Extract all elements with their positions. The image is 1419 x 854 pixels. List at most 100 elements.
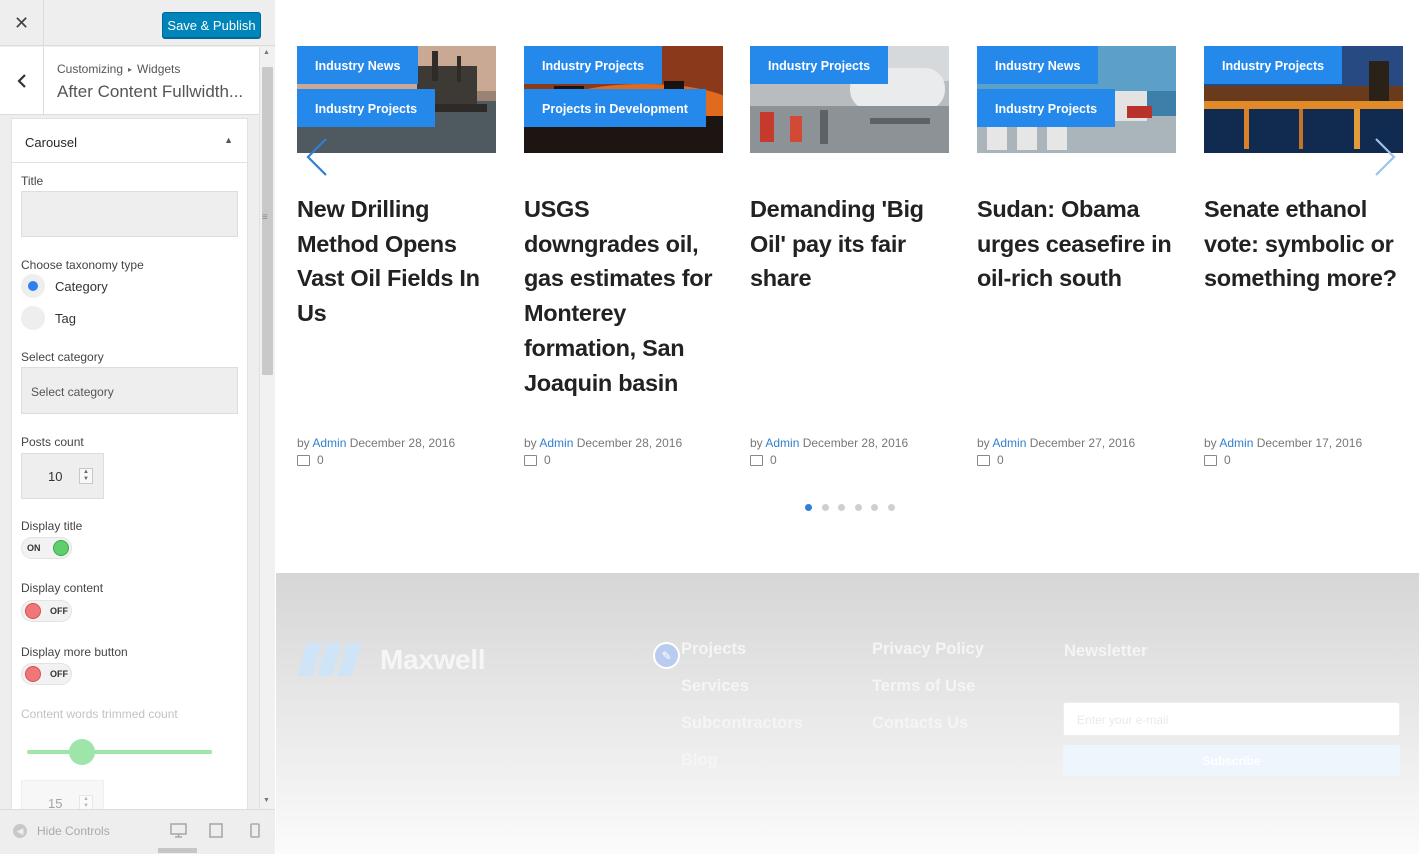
widget-header[interactable]: Carousel ▲ [12,119,247,163]
hide-controls-label: Hide Controls [37,824,110,838]
collapse-caret-icon[interactable]: ▲ [224,135,233,145]
category-badge[interactable]: Projects in Development [524,89,706,127]
newsletter-title: Newsletter [1064,642,1148,660]
save-publish-button[interactable]: Save & Publish [162,12,261,38]
footer-link-privacy[interactable]: Privacy Policy [872,640,984,659]
posts-count-stepper[interactable]: 10 ▲ ▼ [21,453,104,499]
category-badge[interactable]: Industry Projects [524,46,663,84]
post-title[interactable]: Sudan: Obama urges ceasefire in oil-rich… [977,192,1182,296]
tablet-icon[interactable] [209,823,223,838]
author-link[interactable]: Admin [992,436,1026,450]
customizer-header: ✕ Save & Publish [0,0,275,46]
pager-dot[interactable] [871,504,878,511]
carousel-card[interactable]: Industry News Industry Projects Sudan: O… [977,46,1176,467]
site-footer: Maxwell ✎ Projects Services Subcontracto… [276,573,1419,854]
post-thumbnail[interactable]: Industry Projects [750,46,949,153]
meta-by: by [750,436,763,450]
post-title[interactable]: Demanding 'Big Oil' pay its fair share [750,192,955,296]
title-label: Title [21,174,44,188]
category-badge[interactable]: Industry Projects [750,46,889,84]
display-content-toggle[interactable]: OFF [21,600,72,622]
category-badge[interactable]: Industry Projects [1204,46,1343,84]
subscribe-button[interactable]: Subscribe [1063,745,1400,776]
carousel-widget: Carousel ▲ Title Choose taxonomy type Ca… [11,118,248,818]
comment-count[interactable]: 0 [750,453,777,467]
trim-count-label: Content words trimmed count [21,707,178,721]
comment-count[interactable]: 0 [297,453,324,467]
post-title[interactable]: USGS downgrades oil, gas estimates for M… [524,192,729,400]
resize-grip-icon[interactable]: ≡ [262,212,268,223]
post-title[interactable]: New Drilling Method Opens Vast Oil Field… [297,192,502,331]
author-link[interactable]: Admin [539,436,573,450]
comment-icon [297,454,310,466]
post-thumbnail[interactable]: Industry News Industry Projects [977,46,1176,153]
pager-dot[interactable] [821,504,829,511]
radio-button[interactable] [21,306,45,330]
title-input[interactable] [21,191,238,237]
comment-count[interactable]: 0 [1204,453,1231,467]
carousel-prev-arrow-icon[interactable] [304,137,332,177]
category-badge[interactable]: Industry Projects [297,89,436,127]
author-link[interactable]: Admin [1219,436,1253,450]
desktop-icon[interactable] [170,823,187,838]
pager-dot[interactable] [854,504,862,511]
carousel-card[interactable]: Industry Projects Demanding 'Big Oil' pa… [750,46,949,467]
author-link[interactable]: Admin [312,436,346,450]
carousel-next-arrow-icon[interactable] [1370,137,1398,177]
stepper-arrows-icon[interactable]: ▲ ▼ [79,468,93,484]
comment-icon [977,454,990,466]
scroll-down-icon[interactable]: ▼ [263,797,270,804]
section-header: Customizing ▸ Widgets After Content Fullwi… [0,47,259,115]
footer-link-subcontractors[interactable]: Subcontractors [681,714,803,733]
footer-link-blog[interactable]: Blog [681,751,718,770]
newsletter-email-input[interactable]: Enter your e-mail [1063,702,1400,736]
comment-count[interactable]: 0 [977,453,1004,467]
post-date: December 28, 2016 [349,436,456,450]
sidebar-scrollbar[interactable]: ▲ ▼ [259,47,275,809]
footer-link-projects[interactable]: Projects [681,640,746,659]
edit-pencil-icon[interactable]: ✎ [653,642,680,669]
category-badge[interactable]: Industry News [977,46,1099,84]
comment-count-value: 0 [317,453,324,467]
back-button[interactable] [0,47,44,115]
site-logo[interactable]: Maxwell [297,643,486,676]
category-select[interactable]: Select category [21,367,238,414]
post-thumbnail[interactable]: Industry Projects Projects in Developmen… [524,46,723,153]
meta-by: by [1204,436,1217,450]
category-badge[interactable]: Industry News [297,46,419,84]
comment-count-value: 0 [997,453,1004,467]
hide-controls-button[interactable]: ◀ Hide Controls [13,824,110,838]
trim-slider-track[interactable] [27,750,212,754]
footer-link-terms[interactable]: Terms of Use [872,677,975,696]
display-more-toggle[interactable]: OFF [21,663,72,685]
pager-dot[interactable] [838,504,845,511]
pager-dot[interactable] [887,504,895,511]
footer-link-services[interactable]: Services [681,677,749,696]
breadcrumb: Customizing ▸ Widgets [57,62,180,76]
logo-text: Maxwell [380,643,486,675]
author-link[interactable]: Admin [765,436,799,450]
scroll-up-icon[interactable]: ▲ [263,49,270,56]
radio-tag[interactable]: Tag [21,306,76,330]
toggle-state: OFF [50,669,68,679]
collapse-arrow-icon: ◀ [13,824,27,838]
radio-button-selected[interactable] [21,274,45,298]
post-date: December 27, 2016 [1029,436,1136,450]
radio-category[interactable]: Category [21,274,108,298]
select-category-label: Select category [21,350,104,364]
category-badge[interactable]: Industry Projects [977,89,1116,127]
taxonomy-label: Choose taxonomy type [21,258,144,272]
display-title-toggle[interactable]: ON [21,537,72,559]
trim-slider-handle[interactable] [69,739,95,765]
comment-icon [524,454,537,466]
comment-count-value: 0 [770,453,777,467]
comment-count[interactable]: 0 [524,453,551,467]
post-date: December 17, 2016 [1256,436,1363,450]
mobile-icon[interactable] [250,823,260,838]
post-title[interactable]: Senate ethanol vote: symbolic or somethi… [1204,192,1409,296]
footer-link-contacts[interactable]: Contacts Us [872,714,968,733]
pager-dot[interactable] [805,504,812,511]
carousel-card[interactable]: Industry Projects Projects in Developmen… [524,46,723,467]
posts-count-label: Posts count [21,435,84,449]
close-customizer-button[interactable]: ✕ [0,0,44,46]
